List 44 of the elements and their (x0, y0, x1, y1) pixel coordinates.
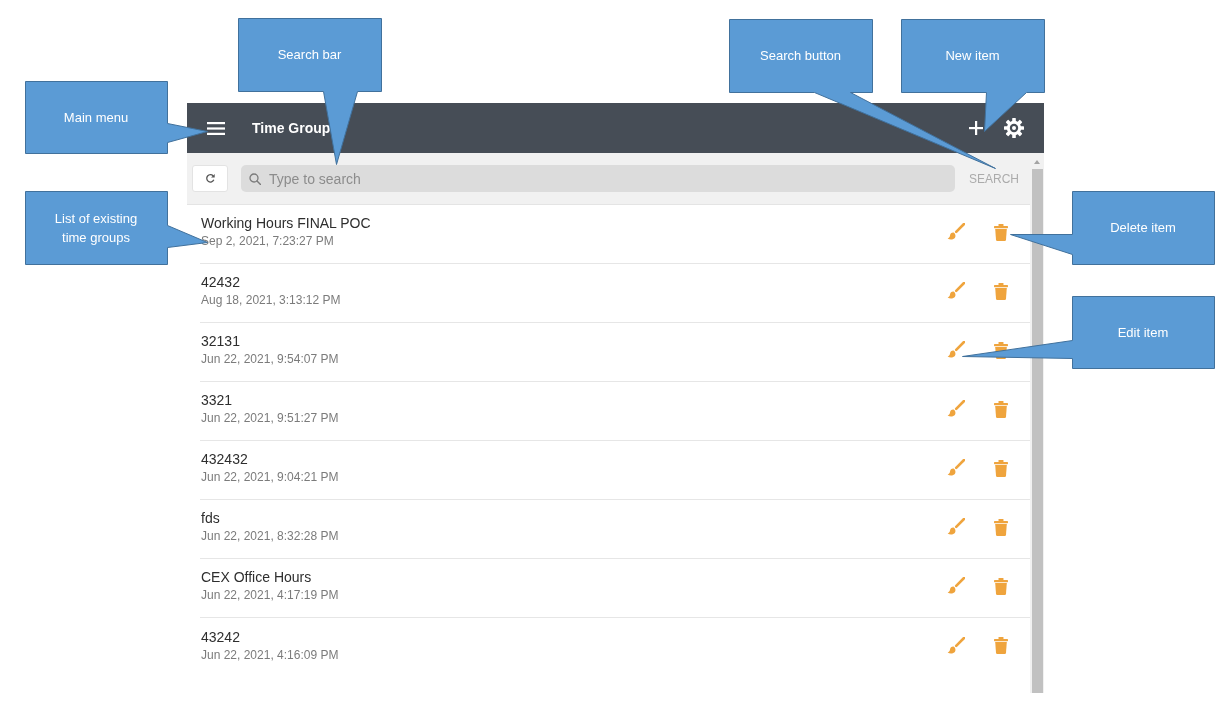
trash-icon[interactable] (994, 282, 1008, 300)
scrollbar[interactable] (1030, 153, 1044, 693)
trash-icon[interactable] (994, 577, 1008, 595)
group-name: 432432 (201, 451, 248, 468)
group-name: 32131 (201, 333, 240, 350)
brush-icon[interactable] (947, 400, 965, 418)
group-date: Jun 22, 2021, 4:16:09 PM (201, 647, 339, 663)
refresh-icon (204, 173, 216, 184)
group-name: 43242 (201, 628, 240, 646)
trash-icon[interactable] (994, 459, 1008, 477)
page-title: Time Group (252, 120, 331, 136)
brush-icon[interactable] (947, 282, 965, 300)
trash-icon[interactable] (994, 518, 1008, 536)
brush-icon[interactable] (947, 223, 965, 241)
group-name: Working Hours FINAL POC (201, 215, 371, 232)
group-date: Jun 22, 2021, 8:32:28 PM (201, 529, 339, 544)
menu-icon[interactable] (207, 121, 225, 135)
group-date: Jun 22, 2021, 4:17:19 PM (201, 588, 339, 603)
trash-icon[interactable] (994, 400, 1008, 418)
brush-icon[interactable] (947, 341, 965, 359)
group-name: 3321 (201, 392, 233, 409)
search-button[interactable]: SEARCH (969, 171, 1019, 186)
trash-icon[interactable] (994, 223, 1008, 241)
brush-icon[interactable] (947, 636, 965, 655)
scroll-up-icon[interactable] (1034, 160, 1040, 164)
group-date: Jun 22, 2021, 9:04:21 PM (201, 470, 339, 485)
group-name: fds (201, 510, 220, 527)
brush-icon[interactable] (947, 577, 965, 595)
refresh-button[interactable] (192, 165, 228, 192)
group-date: Aug 18, 2021, 3:13:12 PM (201, 293, 341, 308)
search-icon (249, 172, 261, 185)
callout: Edit item (961, 295, 1215, 369)
callout: Main menu (24, 80, 208, 154)
trash-icon[interactable] (994, 637, 1008, 654)
group-date: Jun 22, 2021, 9:51:27 PM (201, 411, 339, 426)
brush-icon[interactable] (947, 518, 965, 536)
group-date: Jun 22, 2021, 9:54:07 PM (201, 352, 339, 367)
group-date: Sep 2, 2021, 7:23:27 PM (201, 234, 334, 249)
scrollbar-thumb[interactable] (1031, 169, 1043, 693)
callout: Delete item (1009, 190, 1215, 265)
settings-icon[interactable] (1004, 118, 1024, 138)
brush-icon[interactable] (947, 459, 965, 477)
group-name: 42432 (201, 274, 240, 291)
group-name: CEX Office Hours (201, 569, 312, 586)
